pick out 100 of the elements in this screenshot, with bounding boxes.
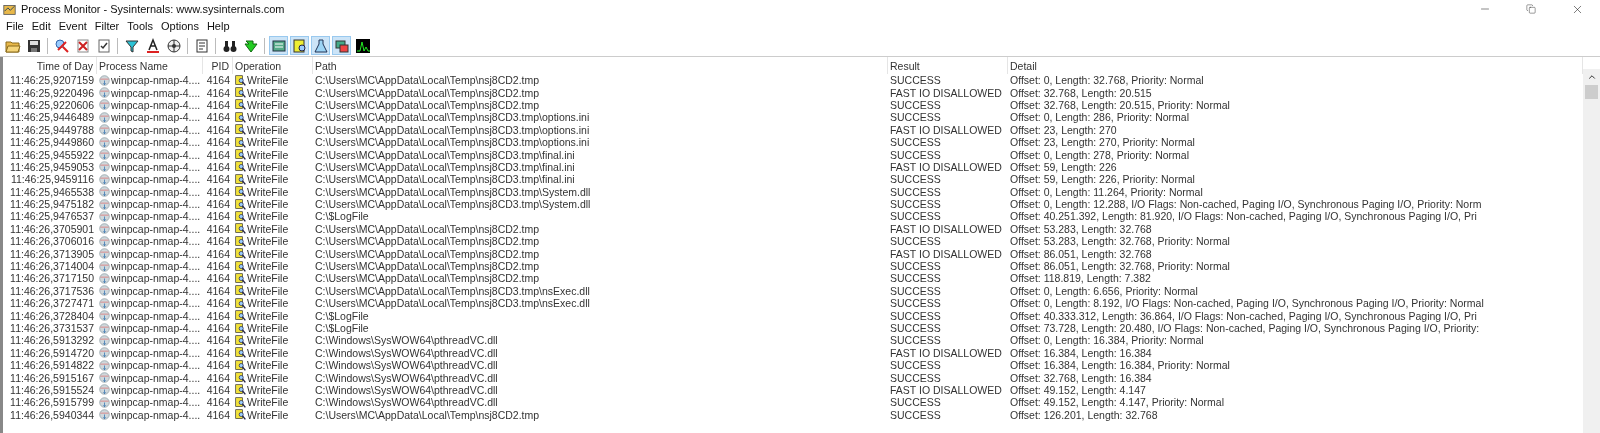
- result-cell-text: FAST IO DISALLOWED: [889, 160, 1003, 173]
- menu-item[interactable]: Options: [157, 18, 203, 35]
- process-icon: [99, 235, 110, 247]
- process-icon: [99, 297, 110, 309]
- pid-cell-text: 4164: [205, 396, 231, 409]
- pid-cell-text: 4164: [205, 272, 231, 285]
- process-header[interactable]: Process Name: [97, 57, 203, 74]
- result-cell-text: SUCCESS: [889, 173, 942, 186]
- time-cell-text: 11:46:26,3728404: [9, 309, 95, 322]
- detail-cell-text: Offset: 32.768, Length: 16.384: [1009, 371, 1153, 384]
- pid-cell-text: 4164: [205, 284, 231, 297]
- window-title: Process Monitor - Sysinternals: www.sysinternals.com: [21, 1, 285, 17]
- pid-cell-text: 4164: [205, 111, 231, 124]
- write-file-icon: [235, 384, 246, 396]
- operation-name: WriteFile: [247, 284, 289, 297]
- path-cell-text: C:\Users\MC\AppData\Local\Temp\nsj8CD2.tmp: [314, 408, 541, 421]
- vertical-scrollbar[interactable]: [1583, 69, 1600, 433]
- pid-cell-text: 4164: [205, 359, 231, 372]
- operation-name: WriteFile: [247, 260, 289, 273]
- result-cell-text: FAST IO DISALLOWED: [889, 247, 1003, 260]
- result-header[interactable]: Result: [888, 57, 1008, 74]
- time-cell-text: 11:46:26,3717150: [9, 272, 95, 285]
- process-name: winpcap-nmap-4....: [111, 297, 201, 310]
- result-cell-text: SUCCESS: [889, 260, 942, 273]
- process-icon: [99, 173, 110, 185]
- operation-name: WriteFile: [247, 309, 289, 322]
- pid-cell-text: 4164: [205, 86, 231, 99]
- process-name: winpcap-nmap-4....: [111, 173, 201, 186]
- detail-cell-text: Offset: 49.152, Length: 4.147, Priority: Normal: [1009, 396, 1225, 409]
- path-cell-text: C:\Users\MC\AppData\Local\Temp\nsj8CD2.tmp: [314, 74, 541, 87]
- menu-item[interactable]: Event: [54, 18, 91, 35]
- process-name: winpcap-nmap-4....: [111, 371, 201, 384]
- menu-item[interactable]: Edit: [27, 18, 55, 35]
- detail-cell-text: Offset: 32.768, Length: 20.515, Priority: Normal: [1009, 98, 1231, 111]
- pid-cell-text: 4164: [205, 383, 231, 396]
- operation-name: WriteFile: [247, 111, 289, 124]
- time-cell-text: 11:46:25,9446489: [9, 111, 95, 124]
- path-cell-text: C:\$LogFile: [314, 309, 370, 322]
- flask-icon: [312, 37, 329, 54]
- detail-cell-text: Offset: 23, Length: 270, Priority: Normal: [1009, 136, 1196, 149]
- pid-cell-text: 4164: [205, 334, 231, 347]
- pid-cell-text: 4164: [205, 235, 231, 248]
- process-name: winpcap-nmap-4....: [111, 309, 201, 322]
- filter-toggle-button[interactable]: [353, 36, 372, 55]
- pid-cell-text: 4164: [205, 260, 231, 273]
- time-cell-text: 11:46:25,9459116: [9, 173, 95, 186]
- result-cell-text: SUCCESS: [889, 334, 942, 347]
- write-file-icon: [235, 124, 246, 136]
- time-cell-text: 11:46:26,5914720: [9, 346, 95, 359]
- menu-item[interactable]: Filter: [90, 18, 124, 35]
- filter-toggle-button[interactable]: [311, 36, 330, 55]
- pid-cell-text: 4164: [205, 136, 231, 149]
- process-name: winpcap-nmap-4....: [111, 284, 201, 297]
- result-cell-text: FAST IO DISALLOWED: [889, 346, 1003, 359]
- process-name: winpcap-nmap-4....: [111, 408, 201, 421]
- time-cell-text: 11:46:25,9459053: [9, 160, 95, 173]
- detail-cell-text: Offset: 0, Length: 16.384, Priority: Normal: [1009, 334, 1205, 347]
- time-cell-text: 11:46:26,3727471: [9, 297, 95, 310]
- result-cell-text: FAST IO DISALLOWED: [889, 222, 1003, 235]
- detail-cell-text: Offset: 0, Length: 11.264, Priority: Normal: [1009, 185, 1204, 198]
- time-header[interactable]: Time of Day: [3, 57, 97, 74]
- time-cell-text: 11:46:26,3713905: [9, 247, 95, 260]
- pid-header[interactable]: PID: [203, 57, 233, 74]
- write-file-icon: [235, 198, 246, 210]
- write-file-icon: [235, 186, 246, 198]
- process-icon: [99, 272, 110, 284]
- menu-item[interactable]: Tools: [123, 18, 157, 35]
- filter-toggle-button[interactable]: [290, 36, 309, 55]
- path-cell-text: C:\Users\MC\AppData\Local\Temp\nsj8CD3.tmp\options.ini: [314, 136, 591, 149]
- magnifier-cross-button[interactable]: [52, 36, 71, 55]
- result-cell-text: SUCCESS: [889, 396, 942, 409]
- process-icon: [99, 198, 110, 210]
- detail-cell-text: Offset: 53.283, Length: 32.768, Priority: Normal: [1009, 235, 1231, 248]
- menu-item[interactable]: File: [2, 18, 28, 35]
- path-header[interactable]: Path: [313, 57, 888, 74]
- pid-cell-text: 4164: [205, 309, 231, 322]
- write-file-icon: [235, 285, 246, 297]
- target-button[interactable]: [164, 36, 183, 55]
- operation-header[interactable]: Operation: [233, 57, 313, 74]
- write-file-icon: [235, 111, 246, 123]
- detail-cell-text: Offset: 0, Length: 8.192, I/O Flags: Non-cached, Paging I/O, Synchronous Paging I/O, Priority: Normal: [1009, 297, 1485, 310]
- scrollbar-thumb[interactable]: [1585, 85, 1598, 99]
- detail-cell-text: Offset: 118.819, Length: 7.382: [1009, 272, 1152, 285]
- time-cell-text: 11:46:26,5915167: [9, 371, 95, 384]
- operation-name: WriteFile: [247, 185, 289, 198]
- result-cell-text: SUCCESS: [889, 297, 942, 310]
- process-name: winpcap-nmap-4....: [111, 272, 201, 285]
- result-cell-text: FAST IO DISALLOWED: [889, 123, 1003, 136]
- write-file-icon: [235, 272, 246, 284]
- time-cell-text: 11:46:26,5940344: [9, 408, 95, 421]
- operation-name: WriteFile: [247, 222, 289, 235]
- scroll-up-icon[interactable]: [1586, 72, 1597, 82]
- time-cell-text: 11:46:25,9449788: [9, 123, 95, 136]
- restore-icon: [1526, 4, 1536, 14]
- process-name: winpcap-nmap-4....: [111, 260, 201, 273]
- menu-item[interactable]: Help: [202, 18, 234, 35]
- path-cell-text: C:\Users\MC\AppData\Local\Temp\nsj8CD3.tmp\options.ini: [314, 111, 591, 124]
- pid-cell-text: 4164: [205, 247, 231, 260]
- write-file-icon: [235, 409, 246, 421]
- process-icon: [99, 285, 110, 297]
